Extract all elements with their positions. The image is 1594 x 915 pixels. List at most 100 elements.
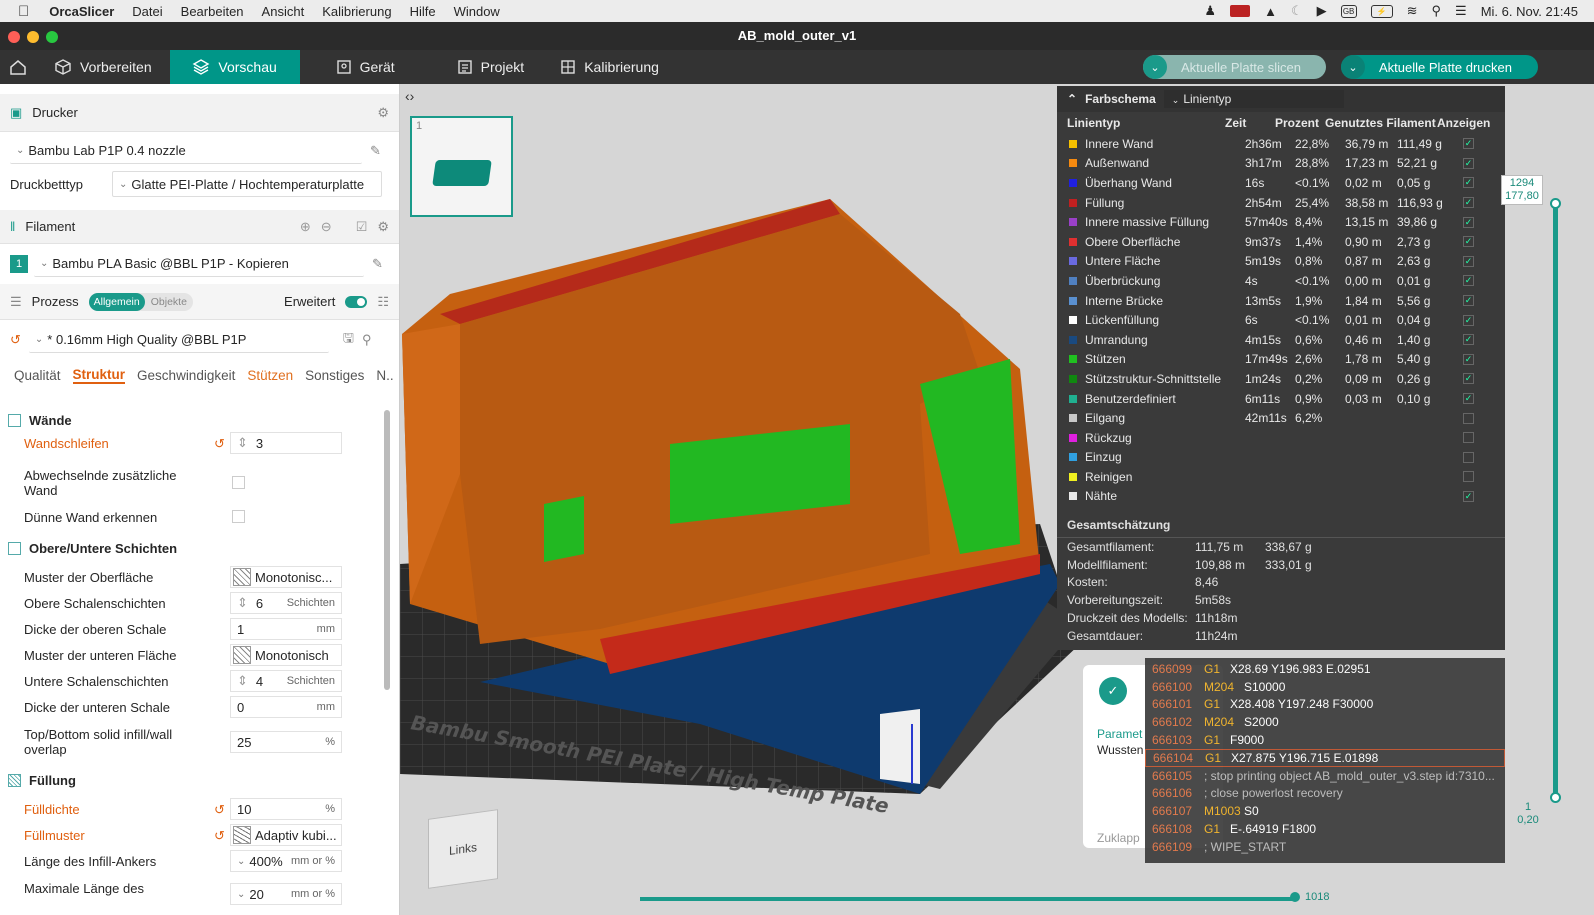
thin-wall-checkbox[interactable] [232, 510, 245, 523]
collapse-legend-icon[interactable]: ⌃ [1067, 92, 1077, 106]
legend-visibility-checkbox[interactable]: ✓ [1463, 373, 1474, 385]
notif-collapse[interactable]: Zuklapp [1097, 831, 1140, 845]
legend-visibility-checkbox[interactable]: ✓ [1463, 393, 1474, 405]
legend-row[interactable]: Rückzug [1057, 428, 1505, 448]
legend-visibility-checkbox[interactable] [1463, 471, 1474, 483]
save-profile-icon[interactable]: 🖫 [343, 329, 354, 351]
legend-visibility-checkbox[interactable] [1463, 432, 1474, 444]
slice-dropdown-icon[interactable]: ⌄ [1143, 55, 1167, 79]
process-profile-select[interactable]: ⌄ * 0.16mm High Quality @BBL P1P [28, 327, 329, 353]
plate-thumbnail[interactable]: 1 [410, 116, 513, 217]
printer-select[interactable]: ⌄ Bambu Lab P1P 0.4 nozzle [10, 138, 362, 164]
legend-row[interactable]: Füllung 2h54m 25,4% 38,58 m 116,93 g ✓ [1057, 193, 1505, 213]
subtab-strength[interactable]: Struktur [72, 367, 126, 384]
top-thickness-input[interactable]: 1 mm [230, 618, 342, 640]
legend-visibility-checkbox[interactable]: ✓ [1463, 295, 1474, 307]
bottom-thickness-input[interactable]: 0 mm [230, 696, 342, 718]
top-pattern-select[interactable]: Monotonisc... [230, 566, 342, 588]
remove-filament-icon[interactable]: ⊖ [321, 219, 332, 235]
filament-sync-icon[interactable]: ☑ [356, 219, 368, 235]
settings-scrollbar[interactable] [384, 410, 390, 690]
anchor-length-input[interactable]: ⌄ 400% mm or % [230, 850, 342, 872]
menu-help[interactable]: Hilfe [410, 4, 436, 19]
status-flag-icon[interactable] [1230, 5, 1251, 17]
play-icon[interactable]: ▶ [1317, 3, 1327, 19]
legend-row[interactable]: Überhang Wand 16s <0.1% 0,02 m 0,05 g ✓ [1057, 173, 1505, 193]
keyboard-input-icon[interactable]: GB [1340, 4, 1357, 18]
zoom-window-button[interactable] [46, 31, 58, 43]
legend-row[interactable]: Reinigen [1057, 467, 1505, 487]
menu-view[interactable]: Ansicht [262, 4, 305, 19]
notif-line1[interactable]: Paramet [1097, 727, 1142, 741]
legend-row[interactable]: Nähte ✓ [1057, 487, 1505, 507]
battery-icon[interactable]: ⚡ [1370, 4, 1393, 18]
tab-preview[interactable]: Vorschau [169, 50, 300, 84]
app-menu[interactable]: OrcaSlicer [49, 4, 114, 19]
menu-calibration[interactable]: Kalibrierung [322, 4, 391, 19]
legend-row[interactable]: Überbrückung 4s <0.1% 0,00 m 0,01 g ✓ [1057, 271, 1505, 291]
gcode-line[interactable]: 666105 ; stop printing object AB_mold_out… [1145, 767, 1505, 785]
tb-overlap-input[interactable]: 25% [230, 731, 342, 753]
collapse-sidebar-icon[interactable]: ‹› [405, 88, 414, 104]
density-input[interactable]: 10% [230, 798, 342, 820]
legend-row[interactable]: Benutzerdefiniert 6m11s 0,9% 0,03 m 0,10… [1057, 389, 1505, 409]
spotlight-search-icon[interactable]: ⚲ [1432, 3, 1442, 19]
reset-icon[interactable]: ↺ [214, 802, 225, 818]
legend-visibility-checkbox[interactable]: ✓ [1463, 334, 1474, 346]
legend-row[interactable]: Eilgang 42m11s 6,2% [1057, 408, 1505, 428]
subtab-quality[interactable]: Qualität [14, 368, 61, 383]
move-slider-handle[interactable] [1290, 892, 1300, 902]
gcode-line[interactable]: 666099 G1 X28.69 Y196.983 E.02951 [1145, 660, 1505, 678]
legend-row[interactable]: Obere Oberfläche 9m37s 1,4% 0,90 m 2,73 … [1057, 232, 1505, 252]
reset-icon[interactable]: ↺ [214, 436, 225, 452]
anchor-max-input[interactable]: ⌄ 20 mm or % [230, 883, 342, 905]
bottom-shells-input[interactable]: ⇕ 4 Schichten [230, 670, 342, 692]
gcode-line[interactable]: 666108 G1 E-.64919 F1800 [1145, 820, 1505, 838]
layer-slider-bottom-handle[interactable] [1550, 792, 1561, 803]
tab-device[interactable]: Gerät [318, 50, 413, 84]
toggle-objects[interactable]: Objekte [145, 293, 193, 311]
gcode-line[interactable]: 666103 G1 F9000 [1145, 731, 1505, 749]
infill-pattern-select[interactable]: Adaptiv kubi... [230, 824, 342, 846]
stepper-icon[interactable]: ⇕ [237, 435, 248, 451]
legend-visibility-checkbox[interactable]: ✓ [1463, 255, 1474, 267]
gcode-line[interactable]: 666102 M204 S2000 [1145, 713, 1505, 731]
gcode-line[interactable]: 666106 ; close powerlost recovery [1145, 785, 1505, 803]
tab-prepare[interactable]: Vorbereiten [36, 50, 170, 84]
search-icon[interactable]: ⚲ [362, 332, 372, 348]
legend-row[interactable]: Innere massive Füllung 57m40s 8,4% 13,15… [1057, 212, 1505, 232]
legend-row[interactable]: Stützstruktur-Schnittstelle 1m24s 0,2% 0… [1057, 369, 1505, 389]
process-mode-toggle[interactable]: Allgemein Objekte [88, 292, 193, 311]
filament-select[interactable]: ⌄ Bambu PLA Basic @BBL P1P - Kopieren [34, 251, 364, 277]
legend-visibility-checkbox[interactable]: ✓ [1463, 314, 1474, 326]
status-person-icon[interactable]: ♟ [1204, 3, 1216, 19]
move-slider[interactable] [640, 897, 1295, 901]
reset-icon[interactable]: ↺ [10, 332, 21, 348]
wall-loops-input[interactable]: ⇕ 3 [230, 432, 342, 454]
legend-visibility-checkbox[interactable]: ✓ [1463, 216, 1474, 228]
filament-slot-badge[interactable]: 1 [10, 255, 28, 273]
stepper-icon[interactable]: ⇕ [237, 595, 248, 611]
layer-slider-top-handle[interactable] [1550, 198, 1561, 209]
menu-window[interactable]: Window [454, 4, 500, 19]
stepper-icon[interactable]: ⇕ [237, 673, 248, 689]
legend-visibility-checkbox[interactable] [1463, 412, 1474, 424]
subtab-speed[interactable]: Geschwindigkeit [137, 368, 235, 383]
legend-row[interactable]: Interne Brücke 13m5s 1,9% 1,84 m 5,56 g … [1057, 291, 1505, 311]
subtab-others[interactable]: Sonstiges [305, 368, 364, 383]
color-scheme-select[interactable]: ⌄ Linientyp [1163, 90, 1344, 108]
legend-visibility-checkbox[interactable]: ✓ [1463, 197, 1474, 209]
gcode-line[interactable]: 666101 G1 X28.408 Y197.248 F30000 [1145, 696, 1505, 714]
minimize-window-button[interactable] [27, 31, 39, 43]
bottom-pattern-select[interactable]: Monotonisch [230, 644, 342, 666]
apple-icon[interactable]:  [18, 3, 29, 20]
legend-visibility-checkbox[interactable]: ✓ [1463, 236, 1474, 248]
gcode-line[interactable]: 666109 ; WIPE_START [1145, 838, 1505, 856]
edit-printer-icon[interactable]: ✎ [370, 143, 381, 159]
top-shells-input[interactable]: ⇕ 6 Schichten [230, 592, 342, 614]
add-filament-icon[interactable]: ⊕ [300, 219, 311, 235]
moon-icon[interactable]: ☾ [1291, 3, 1303, 19]
slice-plate-button[interactable]: ⌄ Aktuelle Platte slicen [1143, 55, 1326, 79]
view-cube[interactable]: Links [428, 809, 498, 889]
print-plate-button[interactable]: ⌄ Aktuelle Platte drucken [1341, 55, 1538, 79]
